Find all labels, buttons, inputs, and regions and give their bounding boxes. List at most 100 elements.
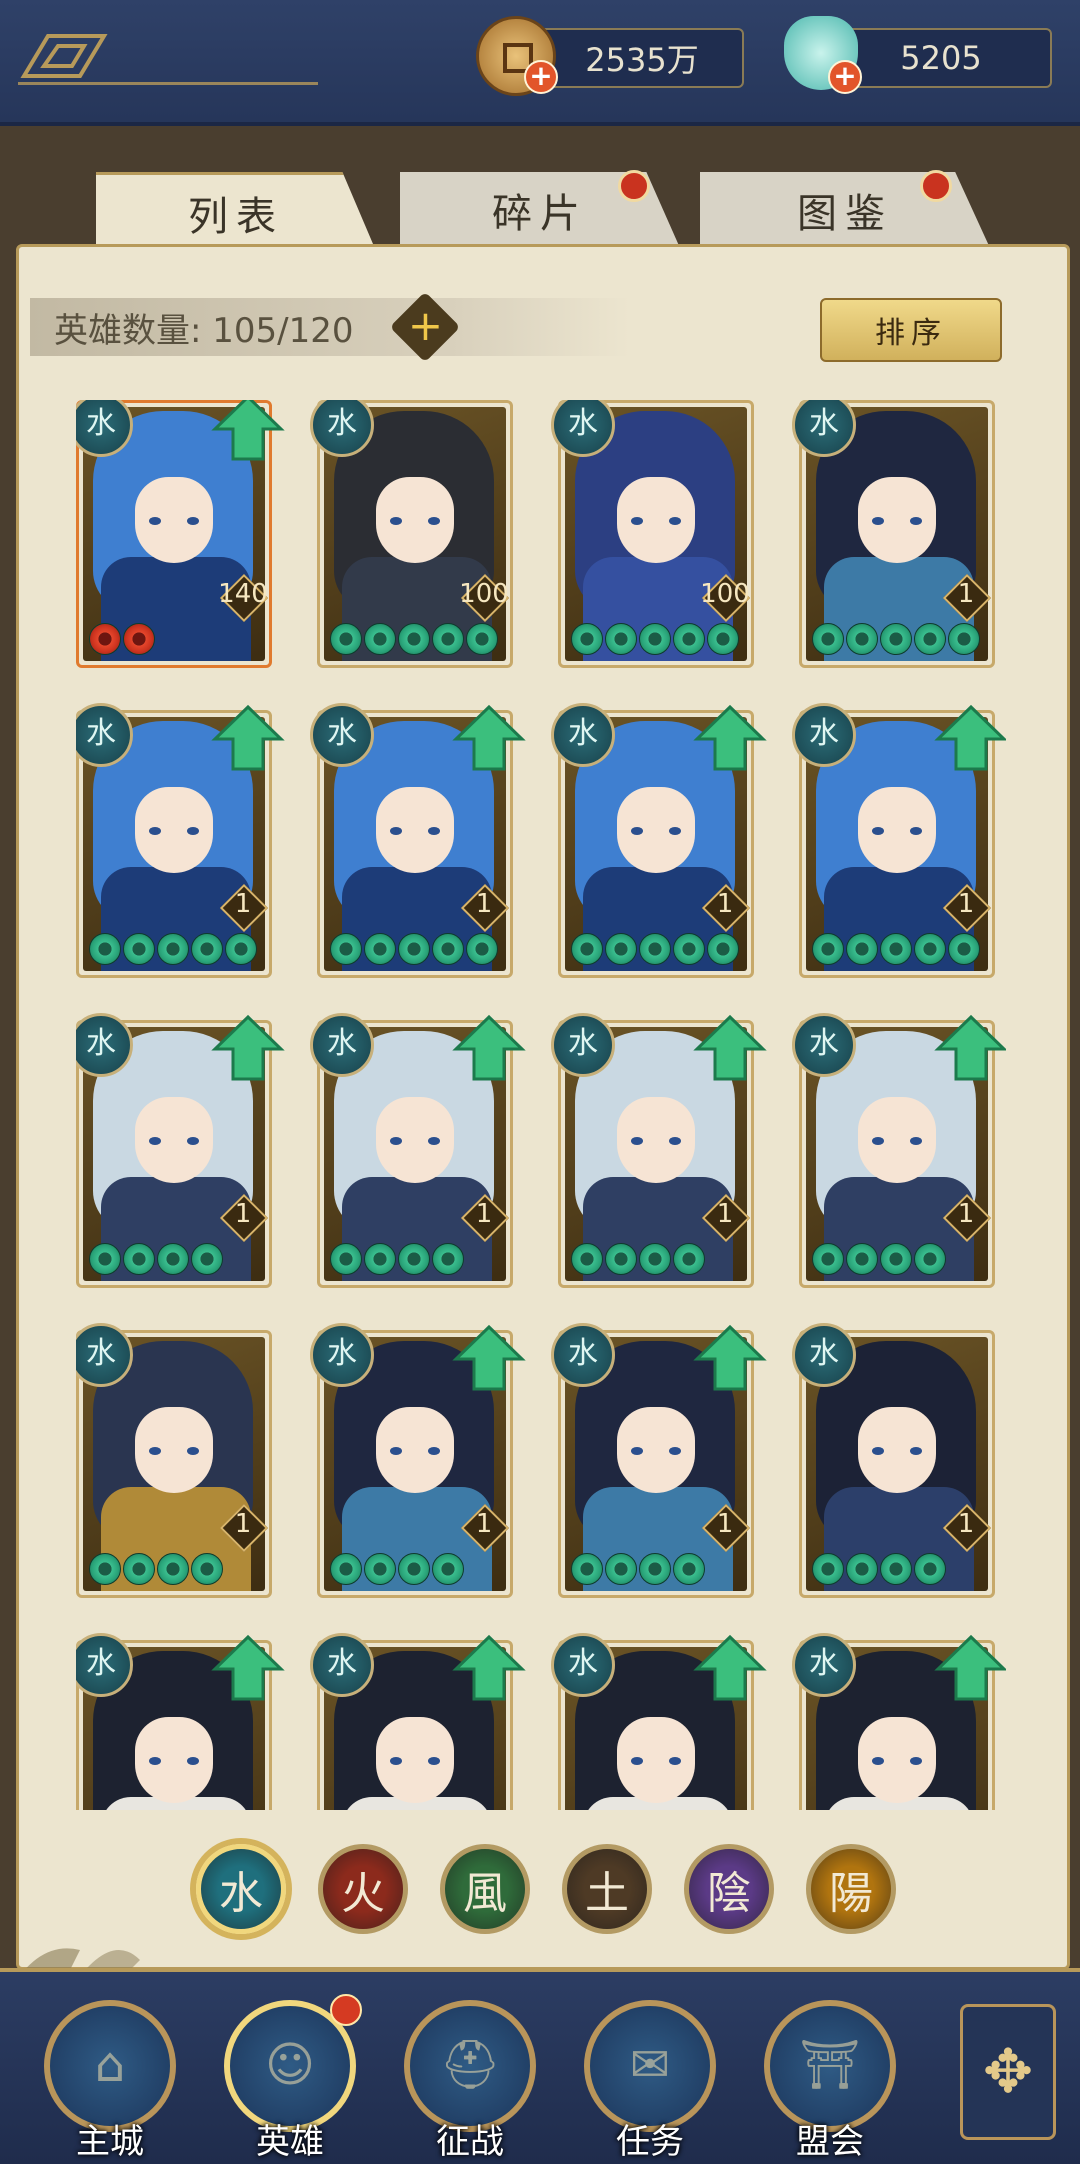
nav-item-hero-avatar[interactable]: ☺ 英雄 <box>220 1994 362 2162</box>
hero-card[interactable]: 水 <box>76 1633 285 1810</box>
element-glyph: 水 <box>568 1026 598 1061</box>
hero-card[interactable]: 水1 <box>792 400 995 668</box>
hero-level: 1 <box>957 1509 975 1539</box>
hero-card[interactable]: 水1 <box>310 1323 526 1598</box>
hero-face <box>617 477 695 563</box>
element-filter-water[interactable]: 水 <box>196 1844 286 1934</box>
star-icon <box>225 933 257 965</box>
hero-card[interactable]: 水1 <box>76 1323 272 1598</box>
hero-face <box>617 1717 695 1803</box>
copper-coin-counter[interactable]: 2535万 <box>540 28 744 88</box>
hero-star-row <box>89 1553 225 1587</box>
plus-icon: + <box>408 301 444 351</box>
hero-card[interactable]: 水1 <box>76 1013 285 1288</box>
hero-level-badge: 1 <box>219 1503 269 1553</box>
lattice-menu-icon[interactable]: ✥ <box>960 2004 1056 2140</box>
element-glyph: 水 <box>86 716 116 751</box>
star-icon <box>398 933 430 965</box>
upgrade-arrow-icon <box>693 1634 767 1701</box>
element-glyph: 水 <box>86 1336 116 1371</box>
element-glyph: 火 <box>341 1868 385 1919</box>
element-glyph: 水 <box>809 1026 839 1061</box>
sort-label: 排序 <box>875 316 947 351</box>
upgrade-arrow-icon <box>211 400 285 461</box>
nav-label: 任务 <box>616 2122 684 2162</box>
element-glyph: 水 <box>809 1336 839 1371</box>
star-icon <box>673 1553 705 1585</box>
star-icon <box>330 1553 362 1585</box>
water-element-icon: 水 <box>792 703 856 767</box>
element-filter-earth[interactable]: 土 <box>562 1844 652 1934</box>
hero-card[interactable]: 水 140 <box>76 400 285 668</box>
hero-card[interactable]: 水1 <box>792 703 1006 978</box>
upgrade-arrow-icon <box>452 1324 526 1391</box>
nav-item-pavilion[interactable]: ⛩ 盟会 <box>760 2000 900 2162</box>
menu-emblem-icon[interactable] <box>18 30 108 82</box>
star-icon <box>639 623 671 655</box>
hero-level-badge: 1 <box>942 1193 992 1243</box>
element-filter-yin[interactable]: 陰 <box>684 1844 774 1934</box>
jade-amount: 5205 <box>900 39 982 77</box>
nav-item-palace[interactable]: ⌂ 主城 <box>40 2000 180 2162</box>
hero-card[interactable]: 水1 <box>792 1323 995 1598</box>
water-element-icon: 水 <box>551 1323 615 1387</box>
star-icon <box>846 933 878 965</box>
hero-level-badge: 1 <box>460 1193 510 1243</box>
star-icon <box>191 933 223 965</box>
hero-card[interactable]: 水 <box>310 1633 526 1810</box>
hero-card[interactable]: 水 100 <box>551 400 754 668</box>
element-glyph: 水 <box>327 1026 357 1061</box>
upgrade-arrow-icon <box>693 1014 767 1081</box>
star-icon <box>914 623 946 655</box>
nav-item-scroll[interactable]: ✉ 任务 <box>580 2000 720 2162</box>
hero-card[interactable]: 水1 <box>551 703 767 978</box>
star-icon <box>948 933 980 965</box>
element-filter-wind[interactable]: 風 <box>440 1844 530 1934</box>
star-icon <box>89 1553 121 1585</box>
star-icon <box>812 1243 844 1275</box>
tab-list[interactable]: 列表 <box>96 172 376 251</box>
sort-button[interactable]: 排序 <box>820 298 1002 362</box>
star-icon <box>157 933 189 965</box>
star-icon <box>398 1243 430 1275</box>
pavilion-icon: ⛩ <box>799 2037 861 2093</box>
jade-counter[interactable]: 5205 <box>830 28 1052 88</box>
hero-card[interactable]: 水1 <box>551 1323 767 1598</box>
hero-level: 100 <box>700 579 750 609</box>
water-element-icon: 水 <box>551 703 615 767</box>
star-icon <box>364 623 396 655</box>
star-icon <box>948 623 980 655</box>
star-icon <box>880 933 912 965</box>
hero-card[interactable]: 水1 <box>310 703 526 978</box>
add-coin-button[interactable]: + <box>524 60 558 94</box>
hero-card[interactable]: 水1 <box>76 703 285 978</box>
hero-level: 1 <box>957 889 975 919</box>
hero-face <box>617 1407 695 1493</box>
hero-card[interactable]: 水 <box>551 1633 767 1810</box>
hero-level-badge: 140 <box>218 573 269 623</box>
notice-dot <box>330 1994 362 2026</box>
nav-item-helmet[interactable]: ⛑ 征战 <box>400 2000 540 2162</box>
hero-card[interactable]: 水1 <box>310 1013 526 1288</box>
element-glyph: 水 <box>568 716 598 751</box>
add-jade-button[interactable]: + <box>828 60 862 94</box>
element-filter-yang[interactable]: 陽 <box>806 1844 896 1934</box>
star-icon <box>571 933 603 965</box>
star-icon <box>605 1553 637 1585</box>
star-icon <box>330 1243 362 1275</box>
hero-card[interactable]: 水1 <box>551 1013 767 1288</box>
hero-face <box>135 477 213 563</box>
star-icon <box>914 933 946 965</box>
hero-face <box>376 1717 454 1803</box>
star-icon <box>330 623 362 655</box>
hero-card[interactable]: 水 <box>792 1633 1006 1810</box>
element-glyph: 水 <box>327 1336 357 1371</box>
star-icon <box>398 1553 430 1585</box>
element-filter-fire[interactable]: 火 <box>318 1844 408 1934</box>
hero-card[interactable]: 水 100 <box>310 400 513 668</box>
star-icon <box>673 1243 705 1275</box>
hero-face <box>135 1097 213 1183</box>
bottom-navigation: ⌂ 主城 ☺ 英雄 ⛑ 征战 ✉ 任务 ⛩ 盟会 <box>0 1968 1080 2164</box>
hero-card[interactable]: 水1 <box>792 1013 1006 1288</box>
hero-level-badge: 1 <box>219 1193 269 1243</box>
